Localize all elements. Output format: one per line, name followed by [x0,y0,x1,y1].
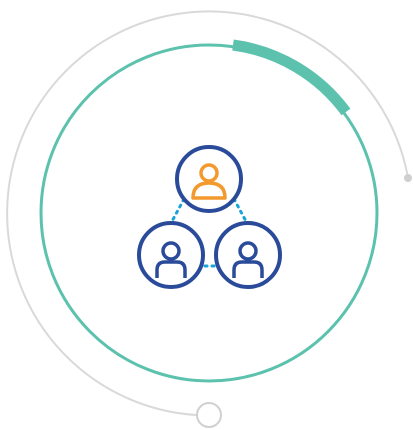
track-handle-knob[interactable] [196,402,222,428]
outer-track-arc [6,10,409,416]
team-graphic [0,0,413,430]
member-person-icon-2 [214,221,282,289]
member-person-icon [137,221,205,289]
leader-person-icon [175,145,243,213]
track-end-dot [404,174,412,182]
progress-arc [232,39,351,116]
